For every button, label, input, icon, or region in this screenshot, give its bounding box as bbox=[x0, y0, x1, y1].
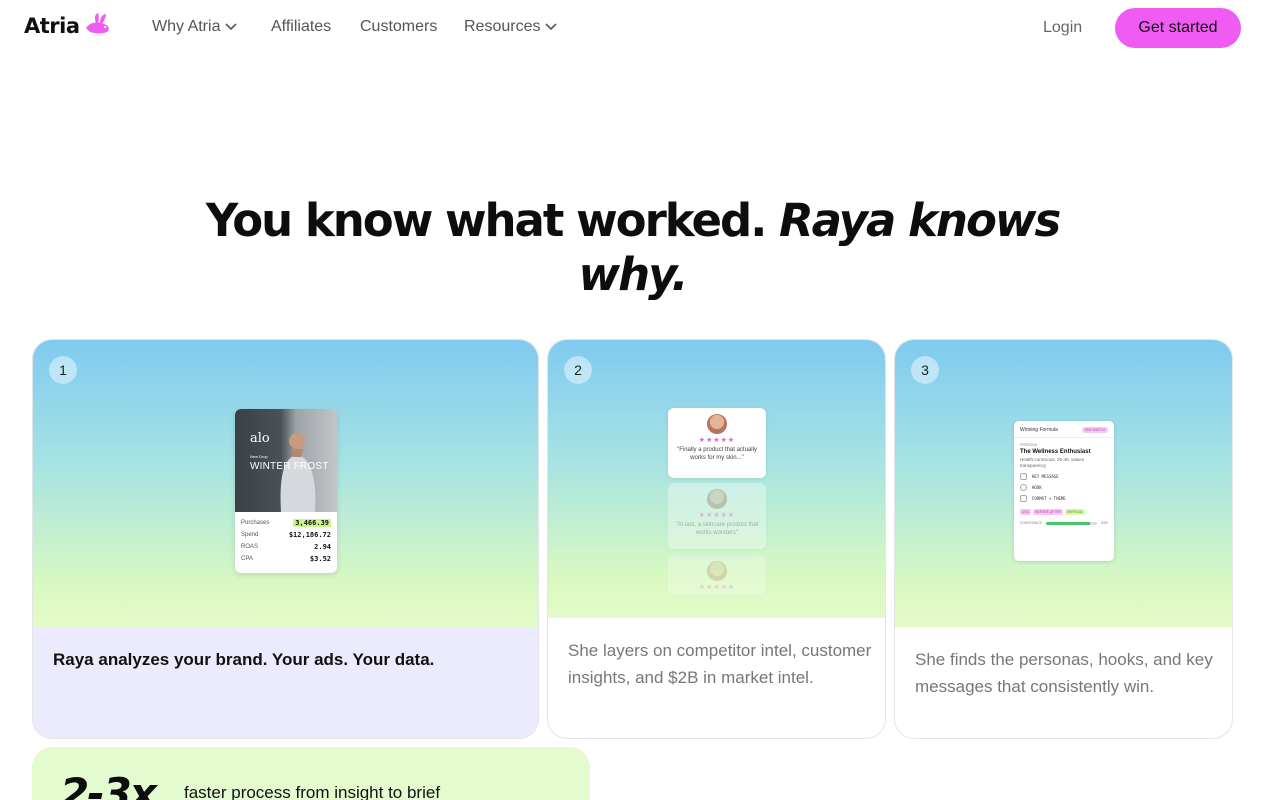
review-card: ★★★★★ bbox=[668, 555, 766, 595]
stat-description: faster process from insight to brief bbox=[184, 783, 441, 800]
rabbit-icon bbox=[85, 13, 109, 34]
step-number: 2 bbox=[564, 356, 592, 384]
confidence-bar bbox=[1045, 521, 1098, 525]
atria-logo[interactable]: Atria bbox=[24, 13, 112, 38]
feature-card-intel: 2 ★★★★★ "Finally a product that actually… bbox=[547, 339, 886, 739]
review-quote: "Finally a product that actually works f… bbox=[677, 447, 757, 461]
persona-description: Health-conscious, 25-40, values transpar… bbox=[1020, 457, 1085, 468]
ad-photo: alo New Drop WINTER FROST bbox=[235, 409, 337, 512]
review-card: ★★★★★ "At last, a skincare product that … bbox=[668, 483, 766, 549]
card-footer bbox=[33, 627, 538, 738]
format-icon bbox=[1020, 495, 1027, 502]
hero-line-1: You know what worked. Raya knows bbox=[0, 194, 1265, 248]
card-description: She finds the personas, hooks, and key m… bbox=[915, 650, 1213, 696]
metric-value: $12,186.72 bbox=[288, 531, 331, 539]
ad-preview-card: alo New Drop WINTER FROST Purchases 3,46… bbox=[235, 409, 337, 573]
metric-label: Spend bbox=[241, 532, 259, 538]
chevron-down-icon bbox=[225, 23, 238, 31]
persona-item: FORMAT + THEME bbox=[1020, 495, 1108, 502]
nav-resources-label: Resources bbox=[464, 18, 541, 35]
persona-tags: UGC BEFORE-AFTER VERTICAL bbox=[1020, 509, 1108, 515]
logo-text: Atria bbox=[24, 14, 80, 38]
persona-card: Winning Formula 95% MATCH PERSONA The We… bbox=[1014, 421, 1114, 561]
nav-resources[interactable]: Resources bbox=[464, 18, 558, 36]
tag: UGC bbox=[1020, 509, 1032, 515]
confidence-value: 94% bbox=[1101, 521, 1108, 525]
reviewer-avatar bbox=[707, 561, 727, 581]
ad-brand-logo: alo bbox=[250, 431, 270, 446]
ad-subtitle: New Drop bbox=[250, 454, 268, 459]
card-description: Raya analyzes your brand. Your ads. Your… bbox=[53, 650, 435, 669]
nav-affiliates-label: Affiliates bbox=[271, 18, 332, 35]
feature-card-personas: 3 Winning Formula 95% MATCH PERSONA The … bbox=[894, 339, 1233, 739]
metric-row: ROAS 2.94 bbox=[241, 541, 331, 553]
persona-item-label: FORMAT + THEME bbox=[1032, 496, 1066, 501]
star-rating: ★★★★★ bbox=[698, 437, 736, 444]
metric-row: Purchases 3,466.39 bbox=[241, 517, 331, 529]
confidence-label: CONFIDENCE bbox=[1020, 521, 1042, 525]
stat-number: 2-3x bbox=[60, 769, 157, 800]
hero-italic-text-2: why. bbox=[578, 248, 689, 301]
ad-title: WINTER FROST bbox=[250, 461, 329, 472]
top-navigation: Atria Why Atria Affiliates Customers Res… bbox=[0, 0, 1265, 56]
login-link[interactable]: Login bbox=[1043, 19, 1082, 37]
metric-row: CPA $3.52 bbox=[241, 553, 331, 565]
metric-row: Spend $12,186.72 bbox=[241, 529, 331, 541]
persona-item: HOOK bbox=[1020, 484, 1108, 491]
message-icon bbox=[1020, 473, 1027, 480]
tag: BEFORE-AFTER bbox=[1033, 509, 1063, 515]
hero-heading: You know what worked. Raya knows why. bbox=[0, 194, 1265, 302]
metric-label: Purchases bbox=[241, 520, 270, 526]
reviewer-avatar bbox=[707, 489, 727, 509]
persona-name: The Wellness Enthusiast bbox=[1020, 449, 1091, 455]
nav-customers[interactable]: Customers bbox=[360, 18, 437, 36]
get-started-button[interactable]: Get started bbox=[1115, 8, 1241, 48]
metric-label: ROAS bbox=[241, 544, 259, 550]
persona-header-title: Winning Formula bbox=[1020, 427, 1058, 433]
step-number: 1 bbox=[49, 356, 77, 384]
star-rating: ★★★★★ bbox=[698, 512, 736, 519]
confidence-bar-fill bbox=[1045, 521, 1090, 525]
reviewer-avatar bbox=[707, 414, 727, 434]
star-rating: ★★★★★ bbox=[698, 584, 736, 591]
review-quote: "At last, a skincare product that works … bbox=[675, 522, 759, 536]
nav-why-atria-label: Why Atria bbox=[152, 18, 221, 35]
chevron-down-icon bbox=[545, 23, 558, 31]
confidence-meter: CONFIDENCE 94% bbox=[1020, 521, 1108, 525]
review-card: ★★★★★ "Finally a product that actually w… bbox=[668, 408, 766, 478]
hook-icon bbox=[1020, 484, 1027, 491]
hero-line-2: why. bbox=[0, 248, 1265, 302]
metric-value: 3,466.39 bbox=[293, 519, 331, 527]
stat-card: 2-3x faster process from insight to brie… bbox=[32, 747, 590, 800]
ad-metrics: Purchases 3,466.39 Spend $12,186.72 ROAS… bbox=[241, 517, 331, 565]
persona-label: PERSONA bbox=[1020, 443, 1038, 447]
persona-item-label: KEY MESSAGE bbox=[1032, 474, 1059, 479]
hero-plain-text: You know what worked. bbox=[205, 194, 768, 247]
persona-header: Winning Formula 95% MATCH bbox=[1014, 421, 1114, 438]
hero-italic-text: Raya knows bbox=[779, 194, 1061, 247]
persona-item-label: HOOK bbox=[1032, 485, 1042, 490]
nav-affiliates[interactable]: Affiliates bbox=[271, 18, 331, 36]
tag: VERTICAL bbox=[1064, 509, 1085, 515]
card-description: She layers on competitor intel, customer… bbox=[568, 641, 872, 687]
persona-item: KEY MESSAGE bbox=[1020, 473, 1108, 480]
metric-label: CPA bbox=[241, 556, 253, 562]
step-number: 3 bbox=[911, 356, 939, 384]
match-badge: 95% MATCH bbox=[1081, 427, 1108, 433]
nav-customers-label: Customers bbox=[360, 18, 438, 35]
metric-value: 2.94 bbox=[314, 543, 331, 551]
nav-why-atria[interactable]: Why Atria bbox=[152, 18, 238, 36]
metric-value: $3.52 bbox=[309, 555, 331, 563]
feature-card-analyze: 1 alo New Drop WINTER FROST Purchases 3,… bbox=[32, 339, 539, 739]
